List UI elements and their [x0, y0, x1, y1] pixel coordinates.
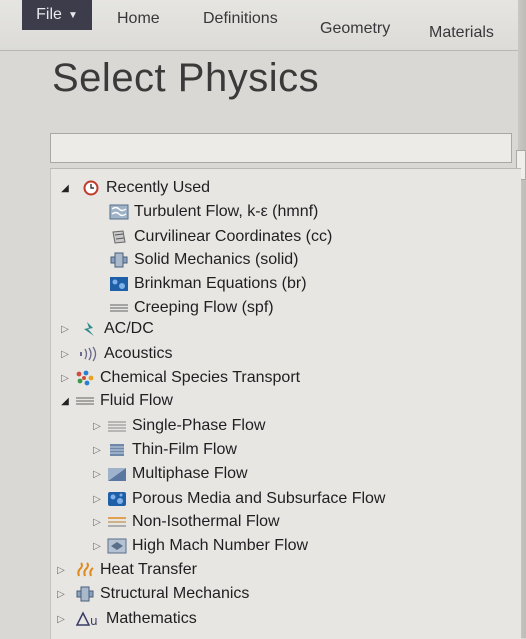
collapsed-arrow-icon[interactable]: ▷: [91, 517, 103, 528]
physics-tree: ◢ Recently Used Turbulent Flow, k-ε (hmn…: [50, 168, 521, 639]
tree-leaf-label: Creeping Flow (spf): [134, 299, 274, 316]
tree-node-recently-used[interactable]: ◢ Recently Used: [59, 177, 210, 199]
tree-node-label: Heat Transfer: [100, 561, 197, 578]
tree-node-label: AC/DC: [104, 320, 154, 337]
collapsed-arrow-icon[interactable]: ▷: [55, 614, 67, 625]
page-title: Select Physics: [52, 56, 320, 100]
tree-leaf-brinkman[interactable]: Brinkman Equations (br): [109, 273, 307, 295]
brinkman-equations-icon: [109, 276, 129, 292]
acdc-icon: [79, 321, 99, 337]
tree-leaf-label: Brinkman Equations (br): [134, 275, 307, 292]
collapsed-arrow-icon[interactable]: ▷: [55, 589, 67, 600]
tree-node-label: Fluid Flow: [100, 392, 173, 409]
tree-node-label: Acoustics: [104, 345, 173, 362]
tree-node-non-isothermal[interactable]: ▷ Non-Isothermal Flow: [91, 511, 280, 533]
turbulent-flow-icon: [109, 204, 129, 220]
tree-node-heat-transfer[interactable]: ▷ Heat Transfer: [55, 559, 197, 581]
recent-clock-icon: [81, 180, 101, 196]
svg-text:u: u: [90, 614, 98, 627]
curvilinear-coordinates-icon: [109, 229, 129, 245]
search-input[interactable]: [50, 133, 512, 163]
tab-geometry[interactable]: Geometry: [320, 20, 390, 38]
tree-node-acdc[interactable]: ▷ AC/DC: [59, 318, 154, 340]
tree-node-mathematics[interactable]: ▷ u Mathematics: [55, 608, 197, 630]
tree-leaf-label: Solid Mechanics (solid): [134, 251, 299, 268]
high-mach-flow-icon: [107, 538, 127, 554]
tree-node-label: Non-Isothermal Flow: [132, 513, 280, 530]
multiphase-flow-icon: [107, 466, 127, 482]
ribbon-tab-bar: File ▼ Home Definitions Geometry Materia…: [0, 0, 526, 51]
tab-definitions[interactable]: Definitions: [203, 10, 278, 28]
tree-node-label: Single-Phase Flow: [132, 417, 266, 434]
expanded-arrow-icon[interactable]: ◢: [59, 183, 71, 194]
tree-node-label: Chemical Species Transport: [100, 369, 301, 386]
tree-leaf-creeping-flow[interactable]: Creeping Flow (spf): [109, 297, 274, 319]
tree-leaf-label: Curvilinear Coordinates (cc): [134, 228, 333, 245]
collapsed-arrow-icon[interactable]: ▷: [91, 445, 103, 456]
mathematics-delta-u-icon: u: [75, 611, 101, 627]
chevron-down-icon: ▼: [67, 9, 78, 21]
tree-node-thin-film[interactable]: ▷ Thin-Film Flow: [91, 439, 237, 461]
tree-node-single-phase[interactable]: ▷ Single-Phase Flow: [91, 415, 265, 437]
creeping-flow-icon: [109, 300, 129, 316]
file-menu-label: File: [36, 6, 62, 23]
tree-leaf-curvilinear[interactable]: Curvilinear Coordinates (cc): [109, 226, 332, 248]
tree-node-porous-media[interactable]: ▷ Porous Media and Subsurface Flow: [91, 488, 385, 510]
collapsed-arrow-icon[interactable]: ▷: [91, 541, 103, 552]
collapsed-arrow-icon[interactable]: ▷: [91, 421, 103, 432]
tab-home[interactable]: Home: [117, 10, 160, 28]
tree-leaf-turbulent-flow[interactable]: Turbulent Flow, k-ε (hmnf): [109, 201, 318, 223]
tree-node-label: Structural Mechanics: [100, 585, 250, 602]
thin-film-flow-icon: [107, 442, 127, 458]
tree-node-label: Recently Used: [106, 179, 211, 196]
tree-node-acoustics[interactable]: ▷ Acoustics: [59, 343, 172, 365]
collapsed-arrow-icon[interactable]: ▷: [59, 373, 71, 384]
heat-transfer-icon: [75, 562, 95, 578]
file-menu-button[interactable]: File ▼: [22, 0, 92, 30]
tree-node-label: Multiphase Flow: [132, 465, 248, 482]
porous-media-icon: [107, 491, 127, 507]
tree-node-multiphase[interactable]: ▷ Multiphase Flow: [91, 463, 248, 485]
tree-node-label: Mathematics: [106, 610, 197, 627]
chemical-species-icon: [75, 370, 95, 386]
solid-mechanics-icon: [109, 252, 129, 268]
single-phase-flow-icon: [107, 418, 127, 434]
expanded-arrow-icon[interactable]: ◢: [59, 396, 71, 407]
tree-node-label: Thin-Film Flow: [132, 441, 237, 458]
tree-node-label: High Mach Number Flow: [132, 537, 309, 554]
fluid-flow-icon: [75, 393, 95, 409]
collapsed-arrow-icon[interactable]: ▷: [59, 324, 71, 335]
structural-mechanics-icon: [75, 586, 95, 602]
tree-node-high-mach[interactable]: ▷ High Mach Number Flow: [91, 535, 308, 557]
tree-node-fluid-flow[interactable]: ◢ Fluid Flow: [59, 390, 173, 412]
tree-node-label: Porous Media and Subsurface Flow: [132, 490, 386, 507]
acoustics-icon: [79, 346, 99, 362]
tab-materials[interactable]: Materials: [429, 24, 494, 42]
collapsed-arrow-icon[interactable]: ▷: [55, 565, 67, 576]
tree-leaf-solid-mechanics[interactable]: Solid Mechanics (solid): [109, 249, 299, 271]
collapsed-arrow-icon[interactable]: ▷: [91, 469, 103, 480]
tree-leaf-label: Turbulent Flow, k-ε (hmnf): [134, 203, 319, 220]
collapsed-arrow-icon[interactable]: ▷: [59, 349, 71, 360]
tree-node-structural-mechanics[interactable]: ▷ Structural Mechanics: [55, 583, 249, 605]
non-isothermal-flow-icon: [107, 514, 127, 530]
collapsed-arrow-icon[interactable]: ▷: [91, 494, 103, 505]
tree-node-chemical-species[interactable]: ▷ Chemical Species Transport: [59, 367, 300, 389]
